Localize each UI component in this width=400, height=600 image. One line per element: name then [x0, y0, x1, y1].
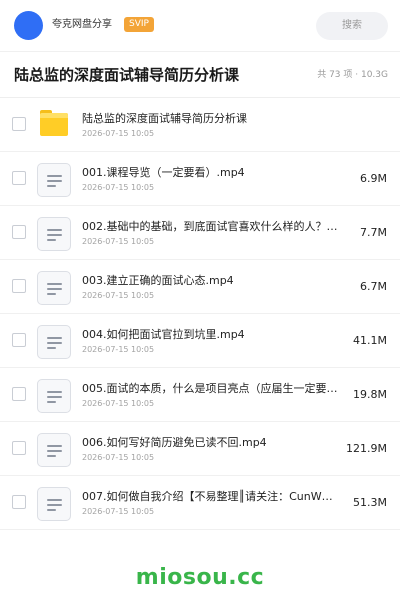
- select-checkbox[interactable]: [12, 387, 26, 401]
- select-checkbox[interactable]: [12, 117, 26, 131]
- file-date: 2026-07-15 10:05: [82, 291, 155, 300]
- select-checkbox[interactable]: [12, 171, 26, 185]
- file-name: 004.如何把面试官拉到坑里.mp4: [82, 328, 245, 341]
- select-checkbox[interactable]: [12, 441, 26, 455]
- file-icon: [37, 433, 71, 467]
- file-size: 7.7M: [360, 226, 387, 239]
- search-button[interactable]: 搜索: [316, 12, 388, 40]
- file-size: 19.8M: [353, 388, 387, 401]
- file-name: 002.基础中的基础，到底面试官喜欢什么样的人？【…: [82, 220, 348, 233]
- file-size: 51.3M: [353, 496, 387, 509]
- file-name: 003.建立正确的面试心态.mp4: [82, 274, 234, 287]
- file-size: 6.9M: [360, 172, 387, 185]
- list-item[interactable]: 002.基础中的基础，到底面试官喜欢什么样的人？【… 2026-07-15 10…: [0, 206, 400, 260]
- select-checkbox[interactable]: [12, 333, 26, 347]
- file-size: 6.7M: [360, 280, 387, 293]
- file-name: 陆总监的深度面试辅导简历分析课: [82, 112, 247, 125]
- file-size: 41.1M: [353, 334, 387, 347]
- page-title: 陆总监的深度面试辅导简历分析课: [14, 66, 240, 84]
- file-icon: [37, 487, 71, 521]
- select-checkbox[interactable]: [12, 279, 26, 293]
- file-date: 2026-07-15 10:05: [82, 507, 155, 516]
- title-bar: 陆总监的深度面试辅导简历分析课 共 73 项 · 10.3G: [0, 52, 400, 98]
- svip-badge: SVIP: [124, 17, 154, 32]
- file-icon: [37, 271, 71, 305]
- select-checkbox[interactable]: [12, 225, 26, 239]
- file-date: 2026-07-15 10:05: [82, 183, 155, 192]
- list-item[interactable]: 001.课程导览（一定要看）.mp4 2026-07-15 10:05 6.9M: [0, 152, 400, 206]
- file-name: 005.面试的本质，什么是项目亮点（应届生一定要理…: [82, 382, 348, 395]
- list-item[interactable]: 陆总监的深度面试辅导简历分析课 2026-07-15 10:05: [0, 98, 400, 152]
- file-icon: [37, 379, 71, 413]
- watermark: miosou.cc: [135, 565, 265, 590]
- file-date: 2026-07-15 10:05: [82, 453, 155, 462]
- file-name: 007.如何做自我介绍【不易整理║请关注：CunW…: [82, 490, 333, 503]
- file-date: 2026-07-15 10:05: [82, 345, 155, 354]
- file-date: 2026-07-15 10:05: [82, 399, 155, 408]
- list-item[interactable]: 006.如何写好简历避免已读不回.mp4 2026-07-15 10:05 12…: [0, 422, 400, 476]
- file-count-summary: 共 73 项 · 10.3G: [317, 70, 388, 80]
- file-icon: [37, 325, 71, 359]
- file-icon: [37, 217, 71, 251]
- avatar[interactable]: [14, 11, 43, 40]
- top-bar: 夸克网盘分享 SVIP 搜索: [0, 0, 400, 52]
- list-item[interactable]: 003.建立正确的面试心态.mp4 2026-07-15 10:05 6.7M: [0, 260, 400, 314]
- file-size: 121.9M: [346, 442, 387, 455]
- file-list: 陆总监的深度面试辅导简历分析课 2026-07-15 10:05 001.课程导…: [0, 98, 400, 530]
- file-name: 001.课程导览（一定要看）.mp4: [82, 166, 245, 179]
- file-icon: [37, 163, 71, 197]
- file-name: 006.如何写好简历避免已读不回.mp4: [82, 436, 267, 449]
- select-checkbox[interactable]: [12, 495, 26, 509]
- share-owner-name: 夸克网盘分享: [52, 19, 112, 30]
- list-item[interactable]: 007.如何做自我介绍【不易整理║请关注：CunW… 2026-07-15 10…: [0, 476, 400, 530]
- folder-icon: [37, 109, 71, 143]
- list-item[interactable]: 004.如何把面试官拉到坑里.mp4 2026-07-15 10:05 41.1…: [0, 314, 400, 368]
- list-item[interactable]: 005.面试的本质，什么是项目亮点（应届生一定要理… 2026-07-15 10…: [0, 368, 400, 422]
- file-date: 2026-07-15 10:05: [82, 129, 155, 138]
- file-date: 2026-07-15 10:05: [82, 237, 155, 246]
